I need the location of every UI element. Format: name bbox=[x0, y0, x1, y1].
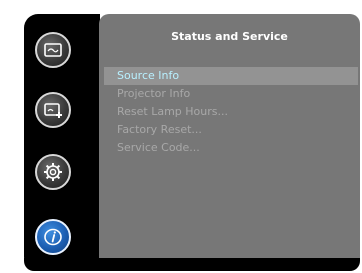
osd-window: Status and Service Source Info Projector… bbox=[0, 0, 362, 273]
menu-item-service-code[interactable]: Service Code... bbox=[104, 139, 358, 157]
image-settings-button[interactable] bbox=[35, 32, 71, 68]
gear-icon bbox=[44, 163, 62, 181]
menu-item-source-info[interactable]: Source Info bbox=[104, 67, 358, 85]
info-icon bbox=[44, 228, 62, 246]
display-settings-icon bbox=[44, 103, 62, 118]
image-settings-icon bbox=[44, 43, 62, 57]
bottom-bar bbox=[24, 258, 360, 271]
panel-title: Status and Service bbox=[171, 30, 288, 43]
service-menu: Source Info Projector Info Reset Lamp Ho… bbox=[104, 67, 358, 157]
menu-item-factory-reset[interactable]: Factory Reset... bbox=[104, 121, 358, 139]
menu-item-projector-info[interactable]: Projector Info bbox=[104, 85, 358, 103]
setup-button[interactable] bbox=[35, 154, 71, 190]
menu-item-reset-lamp-hours[interactable]: Reset Lamp Hours... bbox=[104, 103, 358, 121]
status-service-button[interactable] bbox=[35, 219, 71, 255]
display-settings-button[interactable] bbox=[35, 92, 71, 128]
status-service-panel: Status and Service Source Info Projector… bbox=[99, 14, 360, 258]
sidebar bbox=[24, 14, 100, 271]
